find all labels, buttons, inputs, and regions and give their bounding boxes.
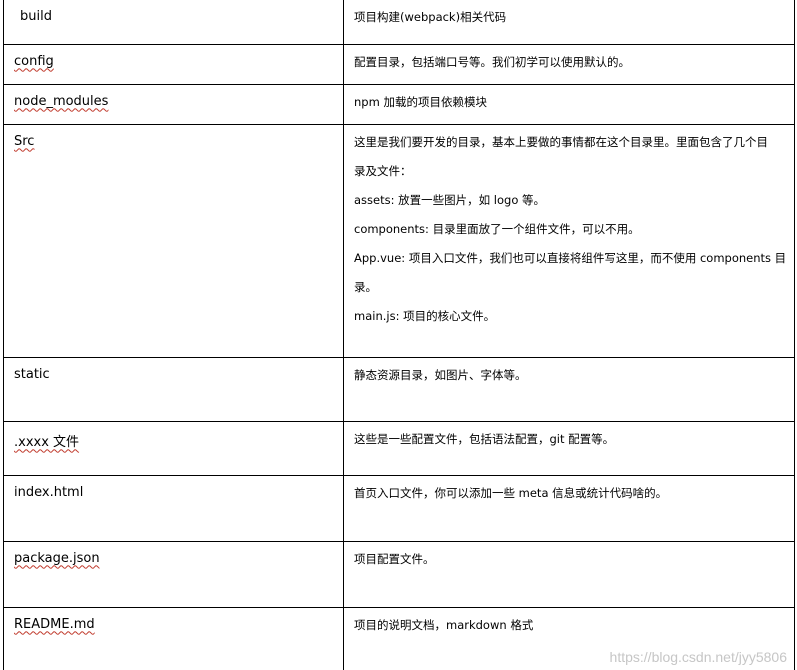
watermark: https://blog.csdn.net/jyy5806 [609,649,787,665]
table-row: package.json 项目配置文件。 [3,540,795,608]
desc-line: main.js: 项目的核心文件。 [354,308,496,323]
table-row: .xxxx 文件 这些是一些配置文件，包括语法配置，git 配置等。 [3,420,795,476]
desc-line: components: 目录里面放了一个组件文件，可以不用。 [354,221,640,236]
table-row: build 项目构建(webpack)相关代码 [3,0,795,45]
row-name: .xxxx 文件 [3,420,344,476]
table-row: Src 这里是我们要开发的目录，基本上要做的事情都在这个目录里。里面包含了几个目… [3,123,795,358]
row-desc: 这里是我们要开发的目录，基本上要做的事情都在这个目录里。里面包含了几个目 录及文… [343,123,795,358]
row-desc: npm 加载的项目依赖模块 [343,83,795,125]
table-row: static 静态资源目录，如图片、字体等。 [3,356,795,422]
table-row: index.html 首页入口文件，你可以添加一些 meta 信息或统计代码啥的… [3,474,795,542]
desc-line: 这里是我们要开发的目录，基本上要做的事情都在这个目录里。里面包含了几个目 [354,134,768,149]
desc-line: App.vue: 项目入口文件，我们也可以直接将组件写这里，而不使用 compo… [354,250,787,265]
row-name: static [3,356,344,422]
row-name: config [3,43,344,85]
row-name: README.md [3,606,344,670]
desc-line: 录及文件： [354,163,412,178]
row-name: index.html [3,474,344,542]
table-row: node_modules npm 加载的项目依赖模块 [3,83,795,125]
row-name: Src [3,123,344,358]
row-name: node_modules [3,83,344,125]
desc-line: assets: 放置一些图片，如 logo 等。 [354,192,546,207]
row-name: package.json [3,540,344,608]
desc-line: 录。 [354,279,377,294]
row-desc: 静态资源目录，如图片、字体等。 [343,356,795,422]
row-desc: 项目配置文件。 [343,540,795,608]
directory-structure-table: build 项目构建(webpack)相关代码 config 配置目录，包括端口… [3,0,795,670]
row-desc: 首页入口文件，你可以添加一些 meta 信息或统计代码啥的。 [343,474,795,542]
table-row: config 配置目录，包括端口号等。我们初学可以使用默认的。 [3,43,795,85]
row-desc: 这些是一些配置文件，包括语法配置，git 配置等。 [343,420,795,476]
row-desc: 项目构建(webpack)相关代码 [343,0,795,45]
row-name: build [3,0,344,45]
row-desc: 配置目录，包括端口号等。我们初学可以使用默认的。 [343,43,795,85]
